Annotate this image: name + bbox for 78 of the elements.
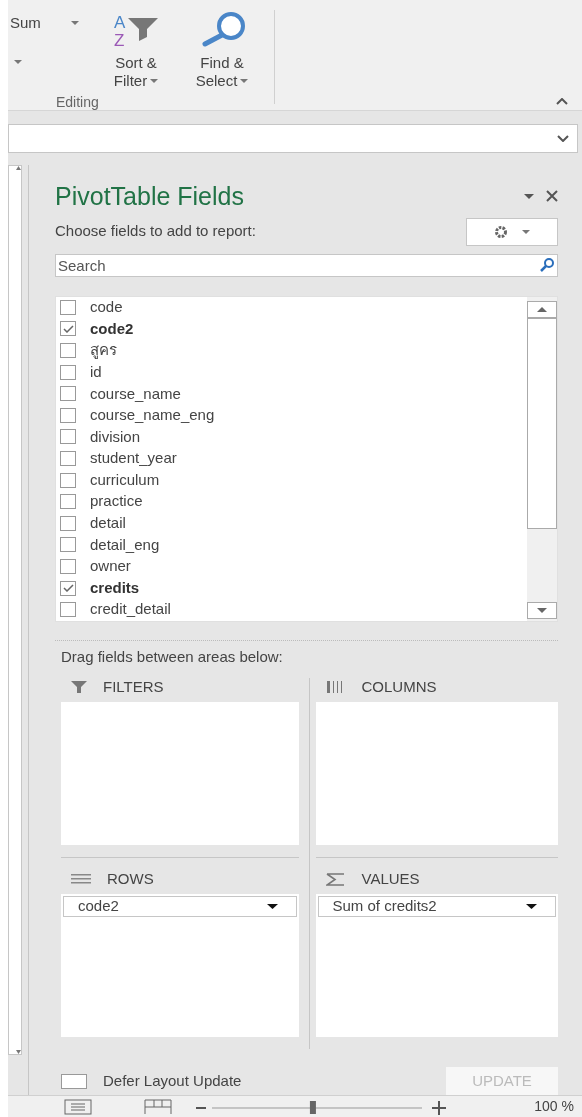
field-item[interactable]: credit_detail — [60, 598, 527, 621]
pane-title: PivotTable Fields — [55, 180, 244, 212]
settings-button[interactable] — [466, 217, 558, 246]
settings-icon — [494, 224, 508, 239]
arrow-icon — [537, 306, 547, 312]
checkbox[interactable] — [60, 602, 76, 618]
checkbox[interactable] — [60, 429, 76, 445]
caret-icon — [522, 229, 530, 234]
formula-bar-field[interactable] — [8, 123, 578, 153]
field-chip[interactable]: code2 — [63, 896, 297, 917]
filter-icon — [71, 681, 87, 693]
close-icon[interactable] — [546, 190, 558, 203]
search-field[interactable]: Search — [55, 253, 558, 277]
caret-icon[interactable] — [524, 193, 534, 199]
normal-view-icon[interactable] — [64, 1098, 92, 1115]
checkbox[interactable] — [60, 494, 76, 510]
caret-icon — [150, 79, 159, 83]
field-item[interactable]: detail — [60, 512, 527, 535]
field-item[interactable]: detail_eng — [60, 534, 527, 556]
field-item[interactable]: id — [60, 361, 527, 383]
scrollbar[interactable] — [527, 296, 557, 621]
page-layout-icon[interactable] — [144, 1098, 172, 1115]
zoom-level: 100 % — [534, 1097, 574, 1116]
caret-icon — [240, 79, 249, 83]
checkbox[interactable] — [60, 537, 76, 553]
search-icon — [540, 257, 554, 272]
slider-thumb[interactable] — [309, 1100, 316, 1114]
field-chip[interactable]: Sum of credits2 — [317, 896, 556, 917]
sigma-icon — [325, 872, 346, 886]
ribbon-label: Sum — [10, 12, 41, 33]
checkbox[interactable] — [60, 299, 76, 315]
checkbox[interactable] — [60, 515, 76, 531]
field-item[interactable]: student_year — [60, 447, 527, 470]
checkbox[interactable] — [60, 451, 76, 467]
checkbox[interactable] — [60, 364, 76, 380]
checkbox[interactable] — [60, 407, 76, 423]
field-item[interactable]: owner — [60, 555, 527, 578]
field-item[interactable]: course_name_eng — [60, 404, 527, 427]
arrow-icon — [16, 166, 21, 170]
field-item[interactable]: course_name — [60, 382, 527, 405]
arrow-icon — [537, 607, 547, 613]
caret-icon — [526, 904, 537, 909]
checkbox[interactable] — [61, 1073, 87, 1089]
scroll-up-button[interactable] — [527, 300, 557, 318]
checkbox[interactable] — [60, 386, 76, 402]
check-icon — [62, 584, 74, 593]
areas-hint: Drag fields between areas below: — [61, 646, 284, 667]
area-label: ROWS — [107, 868, 154, 889]
field-item[interactable]: code — [60, 296, 527, 319]
scroll-thumb[interactable] — [527, 317, 557, 529]
field-item[interactable]: practice — [60, 490, 527, 513]
sort-filter-button[interactable]: A Z Sort & Filter — [96, 10, 176, 90]
checkbox[interactable] — [60, 343, 76, 359]
rows-icon — [71, 874, 91, 884]
checkbox[interactable] — [60, 580, 76, 596]
area-label: COLUMNS — [361, 676, 437, 697]
checkbox-label: Defer Layout Update — [103, 1070, 242, 1091]
caret-icon — [266, 904, 278, 909]
group-label: Editing — [56, 93, 100, 112]
field-item[interactable]: credits — [60, 577, 527, 599]
instruction-text: Choose fields to add to report: — [55, 221, 256, 242]
field-item[interactable]: code2 — [60, 318, 527, 340]
checkbox[interactable] — [60, 559, 76, 574]
field-item[interactable]: สูคร — [60, 339, 527, 362]
caret-icon — [14, 60, 22, 64]
find-select-button[interactable]: Find & Select — [182, 10, 262, 90]
checkbox[interactable] — [60, 472, 76, 488]
checkbox[interactable] — [60, 321, 76, 337]
caret-icon — [70, 21, 79, 25]
check-icon — [62, 325, 74, 333]
collapse-icon[interactable] — [556, 98, 568, 105]
arrow-icon — [16, 1050, 21, 1054]
field-item[interactable]: division — [60, 426, 527, 448]
area-label: FILTERS — [103, 676, 164, 697]
area-label: VALUES — [361, 868, 420, 889]
chevron-icon — [557, 134, 569, 142]
field-item[interactable]: curriculum — [60, 469, 527, 491]
scroll-down-button[interactable] — [527, 601, 557, 619]
